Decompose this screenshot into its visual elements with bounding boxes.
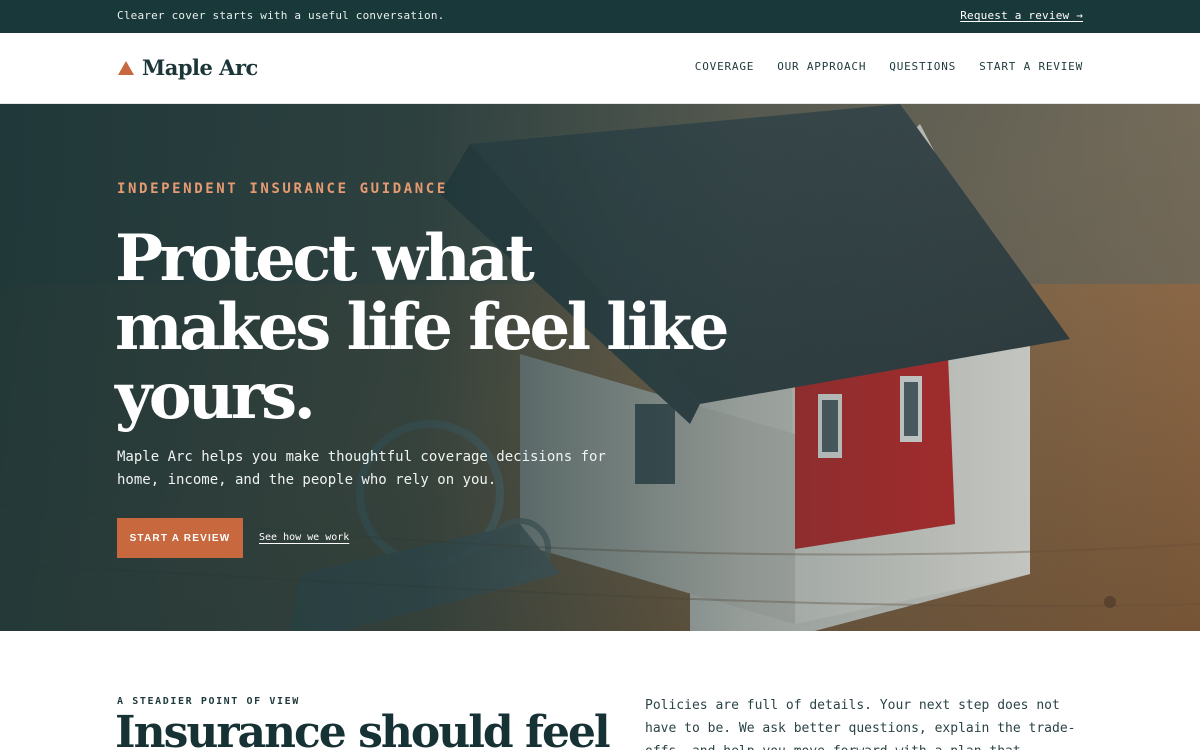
request-review-link[interactable]: Request a review →: [960, 9, 1083, 22]
nav-item-start-review[interactable]: START A REVIEW: [979, 60, 1083, 73]
intro-body: Policies are full of details. Your next …: [645, 698, 1076, 750]
intro-eyebrow: A STEADIER POINT OF VIEW: [117, 696, 300, 707]
site-header: Maple Arc COVERAGE OUR APPROACH QUESTION…: [0, 33, 1200, 104]
nav-item-coverage[interactable]: COVERAGE: [695, 60, 754, 73]
nav-item-our-approach[interactable]: OUR APPROACH: [777, 60, 866, 73]
hero-subtext: Maple Arc helps you make thoughtful cove…: [117, 449, 606, 488]
main-nav: COVERAGE OUR APPROACH QUESTIONS START A …: [695, 60, 1083, 73]
hero-section: INDEPENDENT INSURANCE GUIDANCE Protect w…: [0, 104, 1200, 631]
brand-name: Maple Arc: [142, 55, 258, 80]
logo[interactable]: Maple Arc: [118, 55, 258, 80]
hero-headline: Protect what makes life feel like yours.: [115, 221, 729, 434]
announcement-bar: Clearer cover starts with a useful conve…: [0, 0, 1200, 33]
start-review-button[interactable]: START A REVIEW: [117, 518, 243, 558]
triangle-mark-icon: [118, 60, 134, 75]
intro-title: Insurance should feel: [115, 707, 611, 750]
see-how-we-work-link[interactable]: See how we work: [259, 532, 349, 543]
nav-item-questions[interactable]: QUESTIONS: [889, 60, 956, 73]
announcement-text: Clearer cover starts with a useful conve…: [117, 9, 445, 22]
hero-eyebrow: INDEPENDENT INSURANCE GUIDANCE: [117, 181, 448, 197]
